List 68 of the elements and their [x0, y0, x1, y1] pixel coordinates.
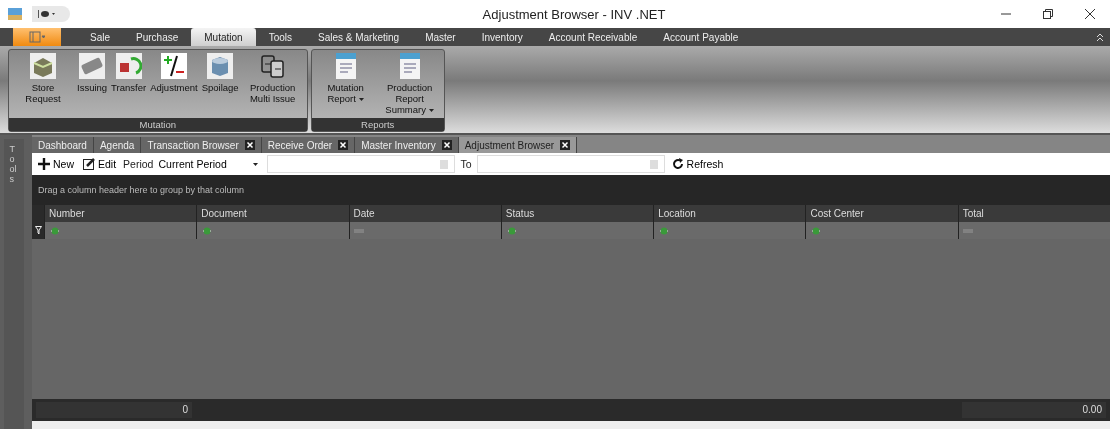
refresh-button[interactable]: Refresh	[669, 158, 726, 170]
plus-minus-icon	[160, 53, 187, 79]
footer-count: 0	[36, 402, 192, 418]
document-tab[interactable]: Adjustment Browser	[458, 137, 578, 153]
document-tab[interactable]: Agenda	[93, 137, 142, 153]
contains-filter-icon[interactable]	[658, 226, 671, 235]
ribbon-button[interactable]: Mutation Report	[313, 53, 378, 115]
contains-filter-icon[interactable]	[810, 226, 823, 235]
ribbon-button[interactable]: Issuing	[75, 53, 110, 115]
edit-icon	[83, 158, 95, 170]
ribbon-button[interactable]: Store Request	[11, 53, 75, 115]
transfer-icon	[115, 53, 142, 79]
cylinder-icon	[207, 53, 234, 79]
close-icon[interactable]	[1084, 8, 1096, 20]
restore-icon[interactable]	[1042, 8, 1054, 20]
footer-total: 0.00	[962, 402, 1106, 418]
contains-filter-icon[interactable]	[505, 226, 518, 235]
menu-tab[interactable]: Sales & Marketing	[305, 28, 413, 46]
plus-icon	[38, 158, 50, 170]
ribbon-button[interactable]: Transfer	[109, 53, 149, 115]
group-hint: Drag a column header here to group by that column	[38, 185, 245, 195]
window-icon	[29, 31, 45, 43]
to-label: To	[460, 158, 472, 170]
menu-tab[interactable]: Tools	[255, 28, 305, 46]
app-icon	[8, 8, 22, 20]
refresh-icon	[671, 158, 684, 170]
document-tab[interactable]: Receive Order	[261, 137, 356, 153]
ribbon-button[interactable]: Spoilage	[199, 53, 241, 115]
close-tab-icon[interactable]	[560, 140, 571, 150]
close-tab-icon[interactable]	[441, 140, 452, 150]
document-tab[interactable]: Master Inventory	[355, 137, 459, 153]
menu-tab[interactable]: Account Payable	[650, 28, 752, 46]
from-date-field[interactable]	[267, 155, 456, 173]
edit-button[interactable]: Edit	[81, 158, 119, 170]
menu-tab[interactable]: Account Receivable	[535, 28, 651, 46]
ribbon-group-title: Mutation	[9, 118, 307, 131]
filter-icon[interactable]	[34, 226, 42, 235]
dropdown-icon[interactable]	[38, 10, 56, 18]
menu-tab[interactable]: Mutation	[191, 28, 256, 46]
contains-filter-icon[interactable]	[49, 226, 61, 235]
ribbon-group-title: Reports	[311, 118, 444, 131]
document-tab[interactable]: Transaction Browser	[141, 137, 262, 153]
close-tab-icon[interactable]	[244, 140, 255, 150]
menu-tab[interactable]: Inventory	[468, 28, 536, 46]
period-dropdown[interactable]: Current Period	[158, 158, 263, 170]
equals-filter-icon[interactable]	[962, 227, 973, 234]
ribbon-button[interactable]: Production Multi Issue	[240, 53, 305, 115]
application-menu-button[interactable]	[13, 28, 61, 46]
menu-tab[interactable]: Purchase	[123, 28, 192, 46]
menu-tab[interactable]: Master	[412, 28, 469, 46]
menu-tab[interactable]: Sale	[77, 28, 123, 46]
caret-icon	[253, 162, 259, 166]
equals-filter-icon[interactable]	[353, 227, 364, 234]
close-tab-icon[interactable]	[338, 140, 349, 150]
documents-icon	[259, 53, 286, 79]
new-button[interactable]: New	[36, 158, 76, 170]
ticket-icon	[79, 53, 106, 79]
document-tab[interactable]: Dashboard	[32, 137, 94, 153]
window-title: Adjustment Browser - INV .NET	[481, 6, 667, 22]
period-label: Period	[123, 158, 154, 170]
contains-filter-icon[interactable]	[201, 226, 214, 235]
tools-side-panel[interactable]: Tools	[4, 139, 24, 429]
box-icon	[30, 53, 56, 79]
to-date-field[interactable]	[476, 155, 665, 173]
ribbon-button[interactable]: Production Report Summary	[377, 53, 442, 115]
quick-access-toolbar[interactable]	[32, 6, 70, 22]
collapse-ribbon-icon[interactable]	[1096, 32, 1104, 42]
ribbon-button[interactable]: Adjustment	[148, 53, 200, 115]
